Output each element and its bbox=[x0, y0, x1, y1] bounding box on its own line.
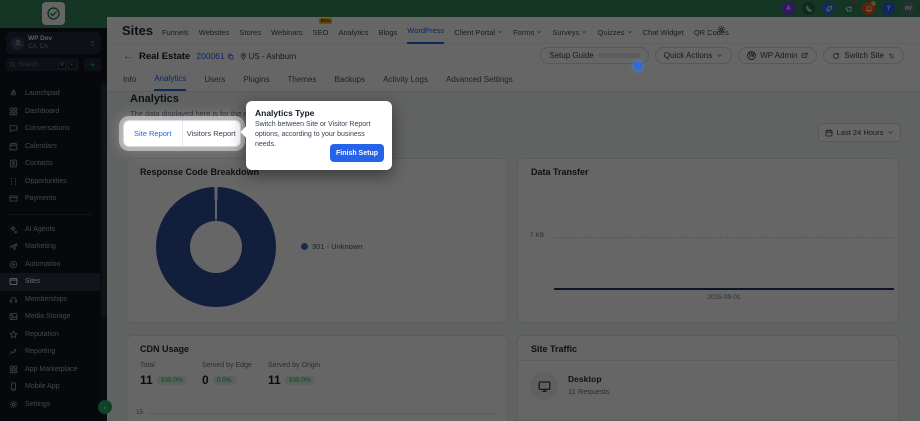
tour-dim-overlay bbox=[0, 0, 920, 421]
visitors-report-button[interactable]: Visitors Report bbox=[183, 121, 241, 146]
site-report-button[interactable]: Site Report bbox=[124, 121, 182, 146]
finish-setup-button[interactable]: Finish Setup bbox=[330, 144, 384, 162]
tour-beacon[interactable] bbox=[634, 62, 642, 70]
tooltip-title: Analytics Type bbox=[255, 108, 314, 118]
report-type-toggle: Site Report Visitors Report bbox=[123, 120, 241, 147]
tour-tooltip: Analytics Type Switch between Site or Vi… bbox=[246, 101, 392, 170]
app-root: A ? HV bbox=[0, 0, 920, 421]
